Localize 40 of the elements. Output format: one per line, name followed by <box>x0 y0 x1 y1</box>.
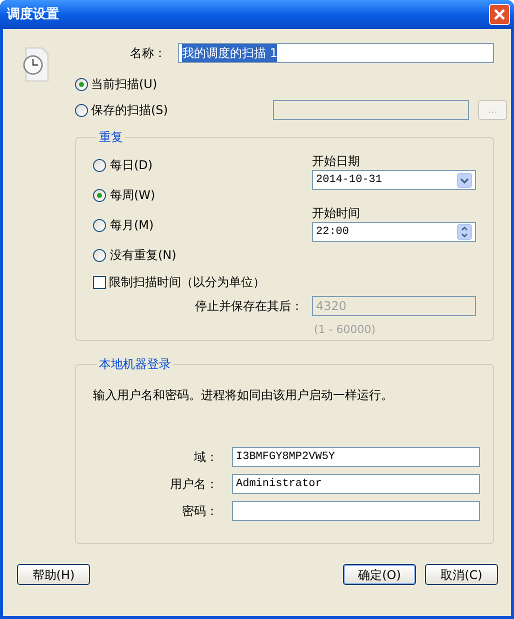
text-field[interactable] <box>232 501 480 521</box>
clock-icon <box>22 47 50 82</box>
radio-button[interactable] <box>75 104 88 116</box>
radio-button[interactable] <box>93 218 106 232</box>
radio-button[interactable] <box>93 158 106 172</box>
radio-label[interactable]: 当前扫描(U) <box>91 75 273 93</box>
field-label: 域： <box>193 449 218 466</box>
field-label: 用户名： <box>169 476 218 493</box>
window-title: 调度设置 <box>7 6 59 24</box>
time-spinner[interactable]: 22:00 <box>312 222 476 242</box>
checkbox-label[interactable]: 限制扫描时间（以分为单位） <box>109 273 265 291</box>
range-hint: (1 - 60000) <box>314 323 376 336</box>
field-label: 密码： <box>181 503 218 520</box>
chevron-down-icon <box>457 172 472 188</box>
radio-button[interactable] <box>93 248 106 262</box>
radio-label[interactable]: 保存的扫描(S) <box>91 101 273 119</box>
stop-after-label: 停止并保存在其后： <box>194 298 303 315</box>
radio-label[interactable]: 每日(D) <box>110 156 153 174</box>
radio-button[interactable] <box>93 188 106 202</box>
dialog-button[interactable]: 取消(C) <box>425 564 498 585</box>
dialog-button[interactable]: 确定(O) <box>343 564 416 585</box>
date-dropdown[interactable]: 2014-10-31 <box>312 170 476 190</box>
close-icon <box>494 9 505 20</box>
dialog-button[interactable]: 帮助(H) <box>17 564 90 585</box>
text-field[interactable]: Administrator <box>232 474 480 494</box>
group-title: 本地机器登录 <box>98 356 172 373</box>
group-title: 重复 <box>98 129 124 146</box>
radio-button[interactable] <box>75 78 88 90</box>
radio-label[interactable]: 每月(M) <box>110 216 154 234</box>
name-label: 名称： <box>129 45 166 62</box>
name-field[interactable]: 我的调度的扫描 1 <box>178 43 494 63</box>
radio-label[interactable]: 没有重复(N) <box>110 246 176 264</box>
checkbox[interactable] <box>93 276 106 288</box>
description-text: 输入用户名和密码。进程将如同由该用户启动一样运行。 <box>93 387 394 404</box>
radio-label[interactable]: 每周(W) <box>110 186 156 204</box>
spin-arrows-icon <box>457 224 472 240</box>
close-button[interactable] <box>489 4 510 25</box>
start-date-label: 开始日期 <box>312 153 361 170</box>
start-time-label: 开始时间 <box>312 205 361 222</box>
text-field[interactable]: I3BMFGY8MP2VW5Y <box>232 447 480 467</box>
